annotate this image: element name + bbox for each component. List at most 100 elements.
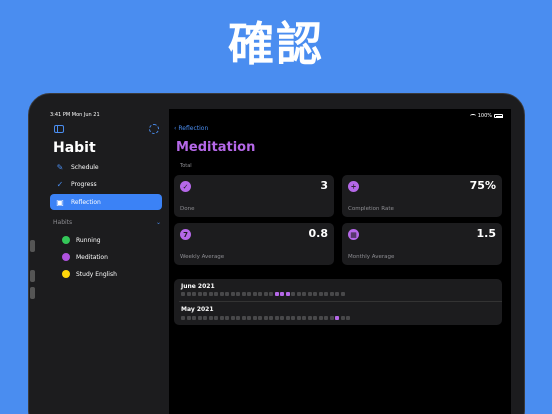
calendar-day — [247, 316, 251, 320]
stat-card-weekly-average: 7 0.8 Weekly Average — [174, 223, 334, 265]
calendar-day — [263, 292, 268, 296]
calendar-day — [252, 316, 257, 320]
calendar-day — [269, 292, 273, 296]
calendar-day — [197, 316, 202, 320]
calendar-day — [285, 292, 290, 296]
stat-card-monthly-average: ▦ 1.5 Monthly Average — [342, 223, 502, 265]
calendar-day — [258, 316, 262, 320]
habit-color-dot — [62, 253, 70, 261]
chevron-down-icon[interactable]: ⌄ — [156, 219, 161, 226]
calendar-day — [241, 316, 246, 320]
sidebar-item-label: Progress — [71, 180, 97, 188]
calendar-day — [225, 316, 229, 320]
calendar-day — [181, 292, 185, 296]
habit-color-dot — [62, 270, 70, 278]
stat-label: Done — [180, 206, 195, 212]
calendar-day — [285, 316, 290, 320]
back-button[interactable]: ‹ Reflection — [174, 125, 208, 132]
ipad-volume-button — [30, 240, 35, 252]
calendar-day — [197, 292, 202, 296]
ipad-volume-button — [30, 270, 35, 282]
stat-card-completion-rate: ÷ 75% Completion Rate — [342, 175, 502, 217]
sidebar: Habit ✎ Schedule ✓ Progress ▣ Reflection… — [43, 109, 169, 414]
habit-label: Meditation — [76, 253, 108, 261]
calendar-day — [236, 316, 240, 320]
habit-label: Study English — [76, 270, 117, 278]
status-time: 3:41 PM — [50, 112, 71, 118]
banner-title: 確認 — [228, 17, 324, 71]
calendar-day — [324, 292, 328, 296]
calendar-day — [241, 292, 246, 296]
wifi-icon — [469, 114, 476, 118]
calendar-day — [225, 292, 229, 296]
calendar-circle-icon: ▦ — [348, 229, 359, 240]
chevron-left-icon: ‹ — [174, 125, 177, 132]
calendar-day — [208, 316, 213, 320]
stat-card-done: ✓ 3 Done — [174, 175, 334, 217]
calendar-day — [258, 292, 262, 296]
section-title: Habits — [53, 219, 73, 226]
calendar-day — [274, 316, 279, 320]
calendar-day — [247, 292, 251, 296]
calendar-day — [203, 316, 207, 320]
stat-value: 0.8 — [308, 227, 329, 240]
calendar-day — [263, 316, 268, 320]
day-grid — [181, 292, 345, 296]
habit-label: Running — [76, 236, 101, 244]
app-title: Habit — [53, 140, 96, 156]
calendar-day — [274, 292, 279, 296]
battery-icon — [494, 114, 503, 118]
gear-icon[interactable] — [149, 124, 159, 134]
sidebar-item-label: Reflection — [71, 198, 101, 206]
stat-value: 3 — [320, 179, 328, 192]
sidebar-toggle-icon[interactable] — [54, 125, 64, 133]
calendar-day — [230, 316, 235, 320]
calendar-day — [186, 292, 191, 296]
reflection-icon: ▣ — [56, 197, 64, 207]
habit-item-meditation[interactable]: Meditation — [62, 253, 108, 261]
calendar-day — [318, 316, 323, 320]
habit-item-running[interactable]: Running — [62, 236, 101, 244]
checkmark-icon: ✓ — [56, 179, 64, 189]
calendar-day — [219, 292, 224, 296]
stat-label: Monthly Average — [348, 254, 395, 260]
sidebar-item-progress[interactable]: ✓ Progress — [50, 176, 162, 192]
calendar-day — [318, 292, 323, 296]
sidebar-item-reflection[interactable]: ▣ Reflection — [50, 194, 162, 210]
stat-value: 1.5 — [476, 227, 497, 240]
calendar-day — [329, 292, 334, 296]
calendar-day — [186, 316, 191, 320]
status-bar: 3:41 PM Mon Jun 21 100% — [50, 112, 503, 120]
divider — [179, 301, 502, 302]
pencil-icon: ✎ — [56, 162, 64, 172]
calendar-day — [291, 316, 295, 320]
status-date: Mon Jun 21 — [71, 112, 100, 118]
calendar-day — [307, 292, 312, 296]
section-label: Total — [180, 163, 192, 169]
habits-section-header[interactable]: Habits ⌄ — [53, 219, 161, 226]
stat-value: 75% — [469, 179, 496, 192]
calendar-day — [313, 292, 317, 296]
stat-label: Completion Rate — [348, 206, 394, 212]
seven-circle-icon: 7 — [180, 229, 191, 240]
calendar-day — [296, 292, 301, 296]
stat-label: Weekly Average — [180, 254, 225, 260]
calendar-day — [252, 292, 257, 296]
calendar-day — [181, 316, 185, 320]
month-label: June 2021 — [181, 283, 215, 290]
sidebar-item-schedule[interactable]: ✎ Schedule — [50, 159, 162, 175]
calendar-day — [307, 316, 312, 320]
divide-circle-icon: ÷ — [348, 181, 359, 192]
habit-item-study-english[interactable]: Study English — [62, 270, 117, 278]
calendar-day — [214, 292, 218, 296]
month-calendar: June 2021 May 2021 — [174, 279, 502, 325]
day-grid — [181, 316, 350, 320]
calendar-day — [214, 316, 218, 320]
calendar-day — [313, 316, 317, 320]
calendar-day — [208, 292, 213, 296]
habit-color-dot — [62, 236, 70, 244]
calendar-day — [324, 316, 328, 320]
calendar-day — [192, 316, 196, 320]
calendar-day — [291, 292, 295, 296]
calendar-day — [302, 316, 306, 320]
